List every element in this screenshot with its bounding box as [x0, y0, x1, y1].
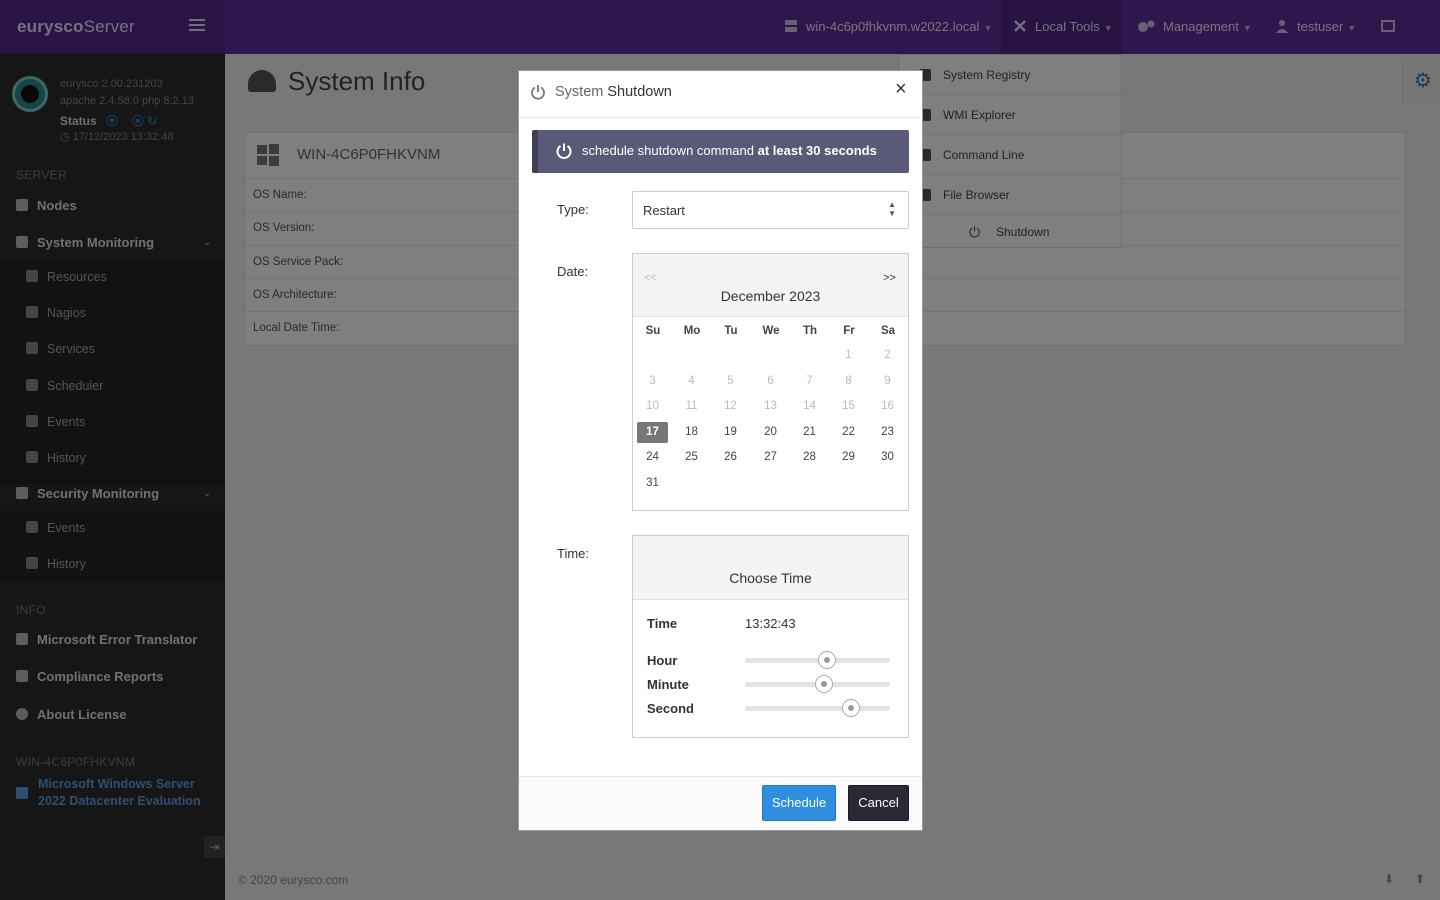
- calendar-day[interactable]: 29: [833, 447, 864, 468]
- calendar-dow: Mo: [683, 325, 701, 337]
- calendar-header: << >> December 2023: [633, 254, 908, 317]
- minute-slider[interactable]: [745, 675, 890, 693]
- calendar-day[interactable]: 23: [872, 422, 903, 443]
- hour-label: Hour: [647, 653, 678, 668]
- close-icon[interactable]: ×: [895, 78, 907, 101]
- time-picker: Choose Time Time 13:32:43 Hour Minute Se…: [632, 535, 909, 738]
- modal-divider: [519, 117, 922, 118]
- calendar-day: 6: [767, 374, 774, 387]
- schedule-button[interactable]: Schedule: [762, 785, 836, 821]
- hour-slider-handle[interactable]: [817, 651, 836, 669]
- calendar-day[interactable]: 17: [637, 421, 668, 443]
- alert-text: schedule shutdown command at least 30 se…: [582, 143, 877, 158]
- select-value: Restart: [643, 203, 685, 218]
- calendar-day: 16: [881, 400, 894, 413]
- calendar-day: 4: [688, 374, 695, 387]
- time-picker-title: Choose Time: [729, 570, 812, 586]
- calendar-dow: Fr: [843, 325, 855, 337]
- calendar-dow: Su: [645, 325, 661, 337]
- power-icon: [531, 85, 545, 100]
- calendar-day: 7: [806, 374, 813, 387]
- calendar-day[interactable]: 21: [794, 422, 825, 443]
- modal-title: System Shutdown: [555, 84, 672, 100]
- calendar-day[interactable]: 31: [637, 473, 668, 494]
- minute-label: Minute: [647, 677, 689, 692]
- calendar-day: 11: [685, 400, 698, 413]
- shutdown-alert: schedule shutdown command at least 30 se…: [532, 130, 909, 173]
- calendar-day[interactable]: 27: [755, 447, 786, 468]
- cancel-button[interactable]: Cancel: [848, 785, 909, 821]
- power-icon: [556, 143, 572, 159]
- second-slider-handle[interactable]: [841, 699, 860, 717]
- calendar-day: 1: [845, 349, 852, 361]
- calendar-day[interactable]: 20: [755, 422, 786, 443]
- calendar-day[interactable]: 24: [637, 447, 668, 468]
- calendar-day[interactable]: 30: [872, 447, 903, 468]
- calendar-day: 15: [842, 400, 855, 413]
- time-value: 13:32:43: [745, 616, 796, 631]
- date-label: Date:: [557, 264, 589, 279]
- calendar-day[interactable]: 18: [676, 422, 707, 443]
- calendar-day: 3: [649, 374, 656, 387]
- calendar-day[interactable]: 25: [676, 447, 707, 468]
- second-label: Second: [647, 701, 694, 716]
- calendar-day: 12: [724, 400, 737, 413]
- calendar-day: 8: [845, 374, 852, 387]
- time-value-label: Time: [647, 616, 678, 631]
- calendar-prev-button[interactable]: <<: [644, 272, 657, 284]
- calendar-month: December 2023: [720, 288, 821, 304]
- calendar-day: 5: [727, 374, 734, 387]
- calendar-day: 2: [884, 349, 891, 361]
- hour-slider[interactable]: [745, 651, 890, 669]
- calendar-dow: Tu: [724, 325, 738, 337]
- time-label: Time:: [557, 546, 590, 561]
- calendar-day[interactable]: 26: [715, 447, 746, 468]
- calendar-day[interactable]: 22: [833, 422, 864, 443]
- calendar-dow: Th: [802, 325, 818, 337]
- shutdown-type-select[interactable]: Restart ▲ ▼: [632, 191, 909, 229]
- calendar-day[interactable]: 28: [794, 447, 825, 468]
- calendar-day[interactable]: 19: [715, 422, 746, 443]
- calendar-next-button[interactable]: >>: [883, 272, 896, 284]
- calendar-day: 10: [646, 400, 659, 413]
- time-picker-header: Choose Time: [633, 536, 908, 600]
- calendar-day: 14: [803, 400, 816, 413]
- select-arrows-icon: ▲ ▼: [888, 200, 896, 218]
- calendar-dow: Sa: [880, 325, 896, 337]
- system-shutdown-modal: System Shutdown × schedule shutdown comm…: [518, 70, 923, 831]
- minute-slider-handle[interactable]: [814, 675, 833, 693]
- second-slider[interactable]: [745, 699, 890, 717]
- calendar-day: 9: [884, 374, 891, 387]
- date-calendar: << >> December 2023 Su Mo Tu We Th Fr Sa 1 2 3 4 5 6…: [632, 253, 909, 511]
- type-label: Type:: [557, 202, 589, 217]
- calendar-day: 13: [764, 400, 777, 413]
- calendar-dow: We: [762, 325, 780, 337]
